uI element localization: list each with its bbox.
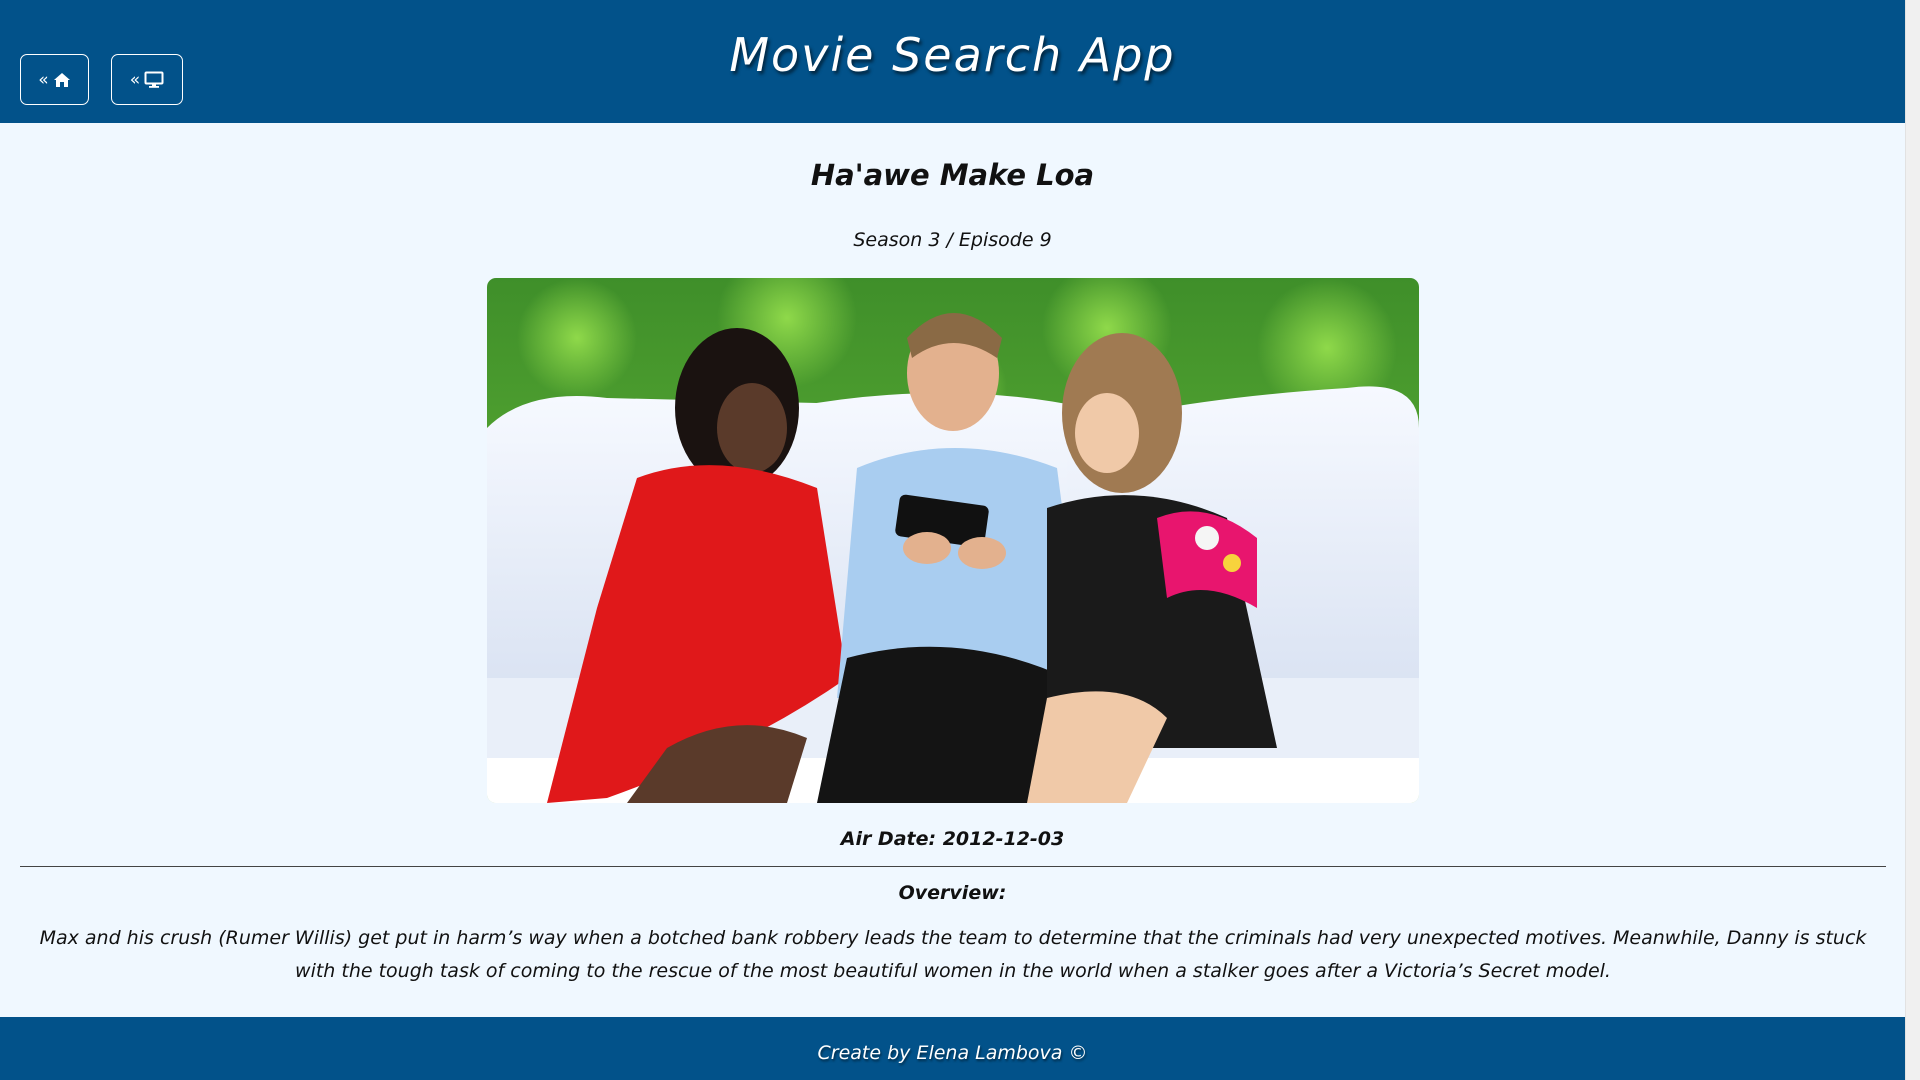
season-episode: Season 3 / Episode 9 xyxy=(853,229,1052,251)
overview-text: Max and his crush (Rumer Willis) get put… xyxy=(39,927,1867,982)
header-bar: « « Movie Search App xyxy=(0,0,1905,123)
page-scrollbar[interactable] xyxy=(1905,0,1920,1080)
divider xyxy=(20,866,1886,867)
footer-credit: Create by Elena Lambova © xyxy=(817,1042,1088,1064)
app-title: Movie Search App xyxy=(729,28,1176,82)
overview-label: Overview: xyxy=(898,882,1007,904)
page: « « Movie Search App Ha'awe Make Loa Sea… xyxy=(0,0,1905,1080)
air-date: Air Date: 2012-12-03 xyxy=(840,828,1065,850)
episode-still-image xyxy=(487,278,1419,803)
episode-title: Ha'awe Make Loa xyxy=(810,158,1095,192)
